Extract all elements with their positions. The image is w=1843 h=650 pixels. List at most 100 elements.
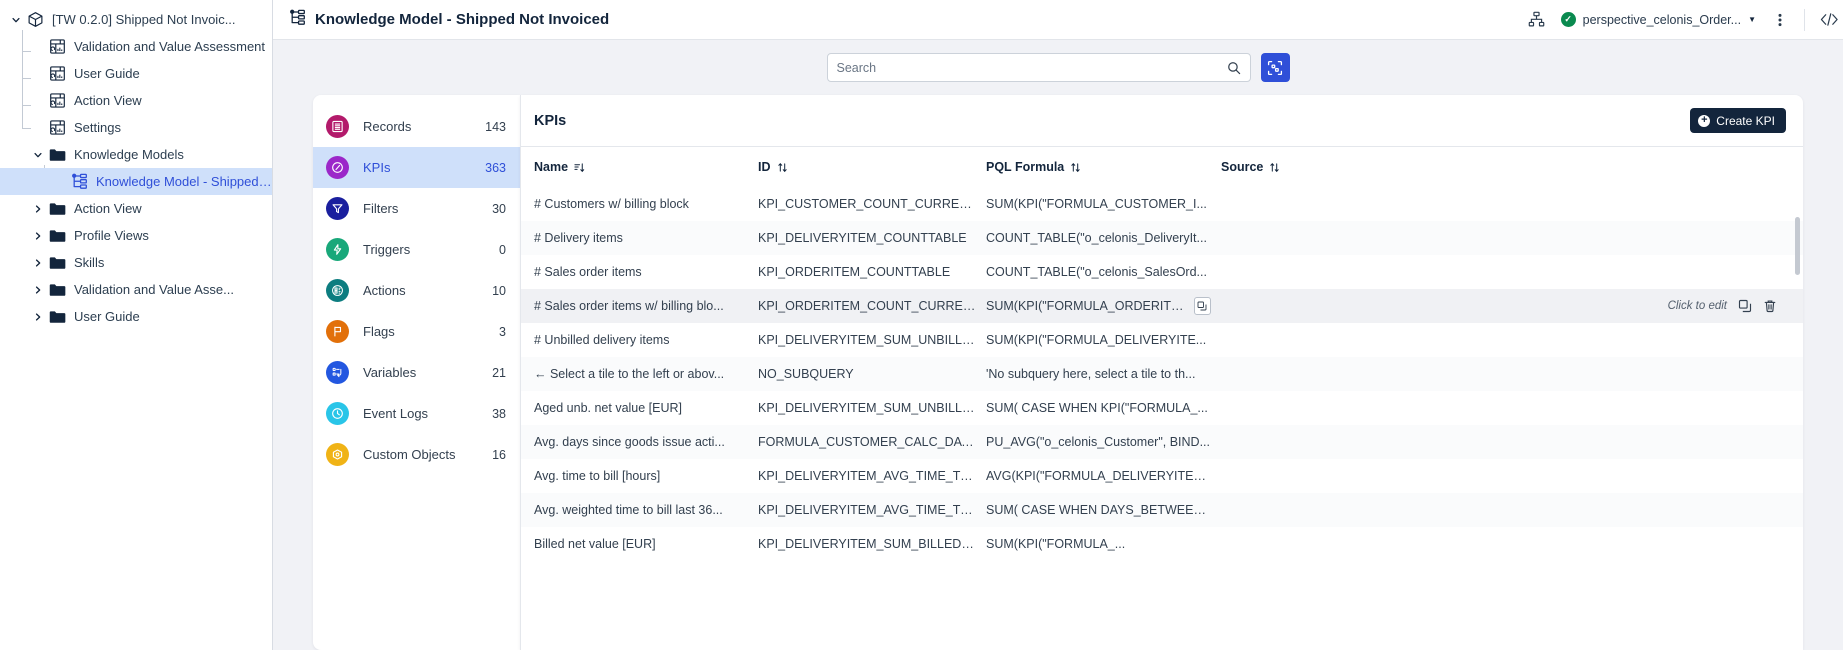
knowledge-model-icon [289,9,306,30]
nav-item-event-logs[interactable]: Event Logs 38 [313,393,520,434]
toolbar-divider [1804,8,1805,31]
pql-formula-text: SUM(KPI("FORMULA_CUSTOMER_I... [986,197,1207,211]
nav-item-count: 3 [499,324,506,339]
table-row[interactable]: Aged unb. net value [EUR] KPI_DELIVERYITE… [521,391,1803,425]
tree-item-validation-and-value-asse[interactable]: Validation and Value Asse... [0,276,272,303]
search-icon[interactable] [1227,61,1241,75]
cell-source [1221,187,1803,221]
table-row[interactable]: # Sales order items KPI_ORDERITEM_COUNTTA… [521,255,1803,289]
chevron-right-icon[interactable] [30,282,46,298]
cell-source [1221,459,1803,493]
nav-item-count: 16 [492,447,506,462]
click-to-edit-hint: Click to edit [1667,300,1727,312]
nav-item-label: Event Logs [363,406,429,421]
nav-item-count: 0 [499,242,506,257]
tree-item-user-guide[interactable]: User Guide [0,303,272,330]
pql-formula-text: SUM( CASE WHEN DAYS_BETWEEN... [986,503,1211,517]
chevron-right-icon[interactable] [30,309,46,325]
tree-item-tw-0-2-0-shipped-not-invoic[interactable]: [TW 0.2.0] Shipped Not Invoic... [0,6,272,33]
sort-desc-icon[interactable] [574,162,585,173]
tree-item-skills[interactable]: Skills [0,249,272,276]
hierarchy-icon[interactable] [1527,10,1547,30]
folder-icon [48,226,67,245]
tree-item-action-view[interactable]: Action View [0,195,272,222]
chevron-down-icon[interactable]: ▼ [1748,15,1756,24]
table-row[interactable]: # Sales order items w/ billing blo... KPI… [521,289,1803,323]
chevron-right-icon[interactable] [30,201,46,217]
status-check-icon: ✓ [1560,12,1576,27]
table-row[interactable]: # Unbilled delivery items KPI_DELIVERYITE… [521,323,1803,357]
tree-item-label: Skills [74,255,105,270]
nav-item-custom-objects[interactable]: Custom Objects 16 [313,434,520,475]
table-row[interactable]: Avg. days since goods issue acti... FORMU… [521,425,1803,459]
tree-item-label: [TW 0.2.0] Shipped Not Invoic... [52,12,236,27]
cell-source [1221,391,1803,425]
kpi-panel-header: KPIs + Create KPI [521,95,1803,147]
duplicate-icon[interactable] [1738,299,1752,313]
column-header-name[interactable]: Name [521,147,758,187]
create-kpi-label: Create KPI [1716,113,1775,128]
table-row[interactable]: # Customers w/ billing block KPI_CUSTOMER… [521,187,1803,221]
column-header-id[interactable]: ID [758,147,986,187]
tree-item-settings[interactable]: Settings [0,114,272,141]
table-row[interactable]: ← Select a tile to the left or abov... NO… [521,357,1803,391]
nav-item-flags[interactable]: Flags 3 [313,311,520,352]
table-row[interactable]: # Delivery items KPI_DELIVERYITEM_COUNTTA… [521,221,1803,255]
cell-pql-formula: 'No subquery here, select a tile to th..… [986,357,1221,391]
tree-item-user-guide[interactable]: User Guide [0,60,272,87]
nav-item-actions[interactable]: Actions 10 [313,270,520,311]
chevron-right-icon[interactable] [30,228,46,244]
kebab-menu-icon[interactable] [1770,10,1790,30]
top-bar-actions: ✓ perspective_celonis_Order... ▼ [1527,8,1838,31]
sort-icon[interactable] [1269,162,1280,173]
content-area: Records 143 KPIs 363 Filters 30 Triggers 0 Actio… [273,95,1843,650]
chevron-down-icon[interactable] [30,147,46,163]
cell-id: KPI_DELIVERYITEM_SUM_UNBILLED... [758,401,986,415]
trash-icon[interactable] [1763,299,1777,313]
sort-icon[interactable] [777,162,788,173]
cell-name: Avg. weighted time to bill last 36... [521,493,758,527]
nav-item-variables[interactable]: Variables 21 [313,352,520,393]
pql-formula-text: SUM(KPI("FORMULA_DELIVERYITE... [986,333,1207,347]
cell-id: KPI_DELIVERYITEM_SUM_UNBILLED [758,333,980,347]
cell-source: Click to edit [1221,289,1803,323]
table-row[interactable]: Avg. weighted time to bill last 36... KPI… [521,493,1803,527]
cell-name: Billed net value [EUR] [534,537,656,551]
column-header-pql-formula[interactable]: PQL Formula [986,147,1221,187]
kpi-table-header: Name ID PQL Formula Source [521,147,1803,187]
nav-item-count: 38 [492,406,506,421]
sort-icon[interactable] [1070,162,1081,173]
pql-formula-text: SUM(KPI("FORMULA_ORDERITEM... [986,299,1188,313]
nav-item-kpis[interactable]: KPIs 363 [313,147,520,188]
table-row[interactable]: Avg. time to bill [hours] KPI_DELIVERYITE… [521,459,1803,493]
scan-icon-button[interactable] [1260,53,1290,82]
nav-item-filters[interactable]: Filters 30 [313,188,520,229]
tree-item-profile-views[interactable]: Profile Views [0,222,272,249]
search-field[interactable] [826,53,1251,82]
chevron-down-icon[interactable] [8,12,24,28]
nav-item-records[interactable]: Records 143 [313,106,520,147]
code-icon[interactable] [1819,10,1839,30]
tree-item-action-view[interactable]: Action View [0,87,272,114]
pql-formula-text: AVG(KPI("FORMULA_DELIVERYITEM... [986,469,1211,483]
tree-item-knowledge-model-shipped[interactable]: Knowledge Model - Shipped ... [0,168,272,195]
table-row[interactable]: Billed net value [EUR] KPI_DELIVERYITEM_S… [521,527,1803,561]
nav-item-triggers[interactable]: Triggers 0 [313,229,520,270]
pql-formula-text: SUM( CASE WHEN KPI("FORMULA_... [986,401,1208,415]
chevron-right-icon[interactable] [30,255,46,271]
copy-icon[interactable] [1193,297,1211,315]
create-kpi-button[interactable]: + Create KPI [1690,108,1786,133]
perspective-selector[interactable]: ✓ perspective_celonis_Order... ▼ [1560,12,1756,27]
search-input[interactable] [836,60,1227,75]
folder-icon [48,253,67,272]
tree-item-validation-and-value-assessment[interactable]: Validation and Value Assessment [0,33,272,60]
tree-item-label: User Guide [74,309,140,324]
folder-icon [48,307,67,326]
kpi-table-scrollbar[interactable] [1795,217,1800,275]
column-header-source[interactable]: Source [1221,147,1803,187]
cell-pql-formula: SUM(KPI("FORMULA_DELIVERYITE... [986,323,1221,357]
cell-source [1221,255,1803,289]
event-logs-icon [326,402,349,425]
tree-item-knowledge-models[interactable]: Knowledge Models [0,141,272,168]
